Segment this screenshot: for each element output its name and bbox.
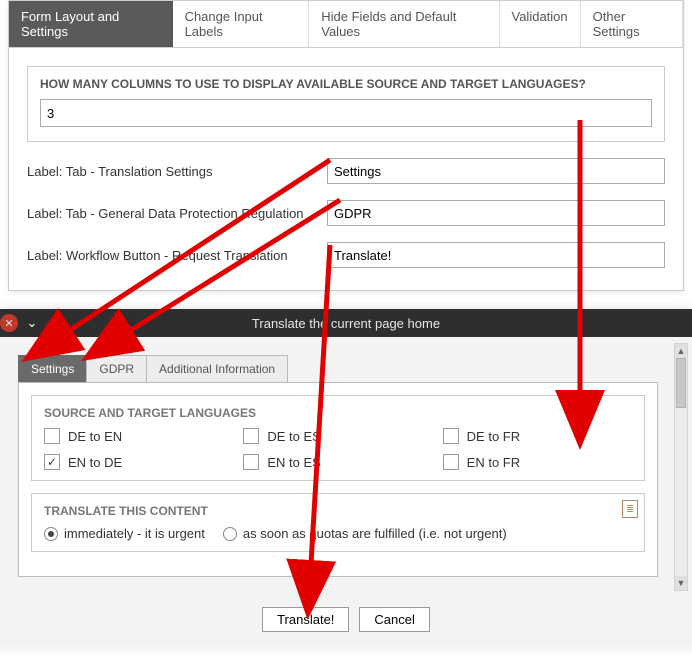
chevron-up-icon[interactable]: ⌃ [43,312,65,334]
checkbox-label: DE to EN [68,429,122,444]
checkbox-en-fr[interactable]: EN to FR [443,454,632,470]
languages-box: SOURCE AND TARGET LANGUAGES DE to EN DE … [31,395,645,481]
config-panel: Form Layout and Settings Change Input La… [8,0,684,291]
field-input-translate[interactable] [327,242,665,268]
radio-icon [44,527,58,541]
dialog-body: ▲ ▼ Settings GDPR Additional Information… [0,337,692,597]
field-tab-gdpr: Label: Tab - General Data Protection Reg… [27,200,665,226]
checkbox-en-es[interactable]: EN to ES [243,454,432,470]
checkbox-de-es[interactable]: DE to ES [243,428,432,444]
columns-title: HOW MANY COLUMNS TO USE TO DISPLAY AVAIL… [40,77,652,91]
checkbox-label: EN to ES [267,455,320,470]
checkbox-label: DE to ES [267,429,320,444]
languages-grid: DE to EN DE to ES DE to FR ✓ EN to DE EN … [44,428,632,470]
chevron-down-icon[interactable]: ⌄ [21,312,43,334]
translate-button[interactable]: Translate! [262,607,349,632]
field-label: Label: Tab - Translation Settings [27,164,327,179]
content-box: ≣ TRANSLATE THIS CONTENT immediately - i… [31,493,645,552]
checkbox-icon [243,454,259,470]
radio-label: immediately - it is urgent [64,526,205,541]
dialog-buttons: Translate! Cancel [0,597,692,640]
close-icon[interactable]: ✕ [0,314,18,332]
checkbox-label: EN to FR [467,455,520,470]
checkbox-de-fr[interactable]: DE to FR [443,428,632,444]
config-body: HOW MANY COLUMNS TO USE TO DISPLAY AVAIL… [9,48,683,290]
checkbox-label: DE to FR [467,429,520,444]
columns-section: HOW MANY COLUMNS TO USE TO DISPLAY AVAIL… [27,66,665,142]
tab-hide-fields[interactable]: Hide Fields and Default Values [309,1,499,47]
dialog-tabs: Settings GDPR Additional Information [18,355,682,382]
tab-gdpr[interactable]: GDPR [86,355,147,382]
config-tabs: Form Layout and Settings Change Input La… [9,1,683,48]
radio-label: as soon as quotas are fulfilled (i.e. no… [243,526,507,541]
columns-input[interactable] [40,99,652,127]
field-workflow-button: Label: Workflow Button - Request Transla… [27,242,665,268]
translate-dialog: ✕ ⌄ ⌃ Translate the current page home ▲ … [0,309,692,640]
tab-other[interactable]: Other Settings [581,1,683,47]
checkbox-icon [243,428,259,444]
radio-icon [223,527,237,541]
content-title: TRANSLATE THIS CONTENT [44,504,632,518]
checkbox-icon [443,454,459,470]
checkbox-icon: ✓ [44,454,60,470]
dialog-title: Translate the current page home [0,316,692,331]
checkbox-icon [44,428,60,444]
checkbox-icon [443,428,459,444]
tab-additional[interactable]: Additional Information [146,355,288,382]
footer-gradient [0,640,692,658]
urgency-radios: immediately - it is urgent as soon as qu… [44,526,632,541]
checkbox-de-en[interactable]: DE to EN [44,428,233,444]
checkbox-en-de[interactable]: ✓ EN to DE [44,454,233,470]
tab-validation[interactable]: Validation [500,1,581,47]
field-input-settings[interactable] [327,158,665,184]
field-label: Label: Tab - General Data Protection Reg… [27,206,327,221]
document-icon[interactable]: ≣ [622,500,638,518]
radio-quota[interactable]: as soon as quotas are fulfilled (i.e. no… [223,526,507,541]
languages-title: SOURCE AND TARGET LANGUAGES [44,406,632,420]
tab-change-labels[interactable]: Change Input Labels [173,1,310,47]
checkbox-label: EN to DE [68,455,122,470]
scroll-thumb[interactable] [676,358,686,408]
dialog-panel: SOURCE AND TARGET LANGUAGES DE to EN DE … [18,382,658,577]
scrollbar[interactable]: ▲ ▼ [674,343,688,591]
tab-form-layout[interactable]: Form Layout and Settings [9,1,173,47]
cancel-button[interactable]: Cancel [359,607,429,632]
scroll-up-icon[interactable]: ▲ [675,344,687,358]
radio-immediate[interactable]: immediately - it is urgent [44,526,205,541]
tab-settings[interactable]: Settings [18,355,87,382]
dialog-header: ✕ ⌄ ⌃ Translate the current page home [0,309,692,337]
field-input-gdpr[interactable] [327,200,665,226]
field-label: Label: Workflow Button - Request Transla… [27,248,327,263]
scroll-down-icon[interactable]: ▼ [675,576,687,590]
field-tab-translation: Label: Tab - Translation Settings [27,158,665,184]
